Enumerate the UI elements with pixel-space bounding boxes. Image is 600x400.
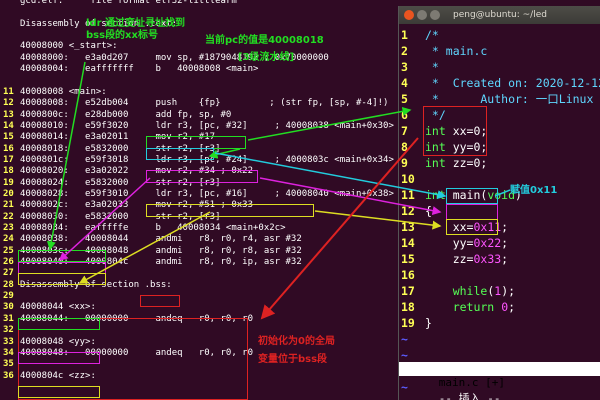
arrow-assign-note	[494, 189, 511, 197]
arrow-vars-to-bss	[260, 137, 419, 320]
arrow-ldr-to-xx	[247, 106, 412, 141]
annotation-pc-value: 当前pc的值是40008018	[205, 35, 324, 46]
annotation-bss-init: 初始化为0的全局 变量位于bss段	[258, 336, 335, 365]
arrow-ldr-to-label	[46, 61, 86, 251]
arrow-ldr-to-label-2	[58, 177, 151, 262]
annotation-ldr-find: ldr 通过变址寻址找到 bss段的xx标号	[86, 18, 185, 41]
annotation-pipeline: [3级流水线]	[238, 52, 295, 63]
arrow-ldr-to-zz	[314, 210, 442, 230]
annotation-assign: 赋值0x11	[510, 185, 558, 196]
arrow-mov-to-xx	[214, 152, 447, 200]
arrow-ldr-to-label-3	[78, 211, 211, 284]
arrow-ldr-to-yy	[259, 177, 442, 216]
terminal-window: gcd.elf: file format elf32-littlearm Disa…	[0, 0, 600, 400]
